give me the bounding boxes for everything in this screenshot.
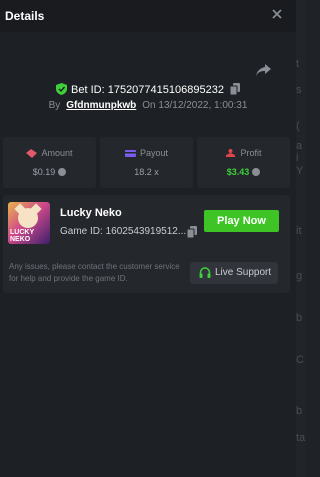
backdrop-fragment: b <box>296 312 303 324</box>
help-text: Any issues, please contact the customer … <box>9 262 180 283</box>
bet-datetime: 13/12/2022, 1:00:31 <box>158 100 248 111</box>
share-icon[interactable] <box>255 62 273 78</box>
thumbnail-art <box>18 208 38 228</box>
live-support-button[interactable]: Live Support <box>190 262 278 284</box>
backdrop-fragment: i <box>296 152 299 164</box>
backdrop-fragment: ( <box>296 120 300 132</box>
bet-id: Bet ID: 1752077415106895232 <box>71 84 224 96</box>
bet-stats: Amount $0.19 Payout 18.2 x Profit $3.43 <box>3 137 290 188</box>
chart-icon <box>226 149 236 157</box>
card-icon <box>124 150 136 157</box>
game-name: Lucky Neko <box>60 207 122 219</box>
stat-value: 18.2 x <box>134 167 159 177</box>
copy-icon[interactable] <box>187 226 197 238</box>
bet-meta: By Gfdnmunpkwb On 13/12/2022, 1:00:31 <box>0 100 296 111</box>
thumbnail-logo-text: LUCKY NEKO <box>10 229 34 243</box>
backdrop-fragment: b <box>296 405 303 417</box>
on-label: On <box>142 100 156 111</box>
stat-profit-label-row: Profit <box>197 148 290 158</box>
details-panel: Details Bet ID: 1752077415106895232 By Gf… <box>0 0 296 477</box>
backdrop-fragment: g <box>296 270 303 282</box>
username-link[interactable]: Gfdnmunpkwb <box>66 100 136 111</box>
headset-icon <box>199 267 211 278</box>
shield-check-icon <box>56 83 68 95</box>
coin-icon <box>252 168 261 176</box>
backdrop-fragment: s <box>296 84 302 96</box>
close-icon[interactable] <box>270 7 284 21</box>
stat-label: Amount <box>41 148 73 158</box>
stat-payout-label-row: Payout <box>100 148 193 158</box>
panel-title: Details <box>5 9 45 23</box>
backdrop-fragment: t <box>296 58 300 70</box>
stat-value: $0.19 <box>32 167 56 177</box>
stat-label: Profit <box>240 148 262 158</box>
stat-profit: Profit $3.43 <box>197 137 290 188</box>
stat-value: $3.43 <box>226 167 250 177</box>
bet-id-line: Bet ID: 1752077415106895232 <box>0 83 296 96</box>
game-id: Game ID: 1602543919512... <box>60 226 187 237</box>
panel-header: Details <box>0 0 296 32</box>
play-now-button[interactable]: Play Now <box>204 210 279 232</box>
game-card: LUCKY NEKO Lucky Neko Game ID: 160254391… <box>3 195 290 293</box>
stat-payout: Payout 18.2 x <box>100 137 193 188</box>
stat-amount: Amount $0.19 <box>3 137 96 188</box>
stat-label: Payout <box>139 148 169 158</box>
ticket-icon <box>26 149 38 158</box>
backdrop-fragment: ta <box>296 432 306 444</box>
coin-icon <box>58 168 67 176</box>
by-label: By <box>48 100 61 111</box>
copy-icon[interactable] <box>229 83 240 95</box>
backdrop-fragment: Y <box>296 165 304 177</box>
backdrop-fragment: a <box>296 140 303 152</box>
stat-profit-value-row: $3.43 <box>197 167 290 177</box>
live-support-label: Live Support <box>215 267 272 278</box>
stat-amount-label-row: Amount <box>3 148 96 158</box>
backdrop-fragment: it <box>296 225 302 237</box>
backdrop-fragment: C <box>296 354 304 366</box>
stat-amount-value-row: $0.19 <box>3 167 96 177</box>
game-thumbnail[interactable]: LUCKY NEKO <box>8 202 50 244</box>
